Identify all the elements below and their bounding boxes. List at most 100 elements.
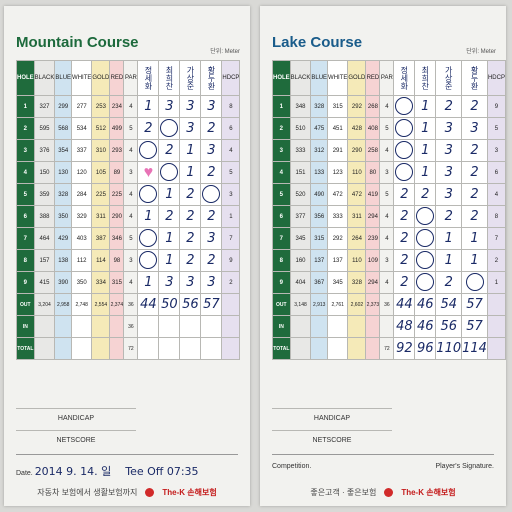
yardage-cell — [379, 315, 395, 338]
table-row: 7 345 315 292 264 239 4 2 1 1 7 — [272, 227, 506, 250]
player-score-cell: 2 — [393, 227, 416, 250]
player-score-cell: 44 — [393, 293, 416, 316]
player-score-cell — [137, 337, 160, 360]
yardage-cell: 2 — [486, 249, 506, 272]
yardage-cell: 510 — [289, 117, 312, 140]
player-score-cell: 3 — [435, 183, 463, 206]
par-circle-icon — [139, 184, 158, 203]
brand-footer: 자동차 보험에서 생활보험까지 The-K 손해보험 — [16, 487, 238, 498]
yardage-cell — [33, 337, 56, 360]
yardage-cell: 5 — [379, 117, 395, 140]
player-score-cell: 2 — [158, 205, 181, 228]
hole-label: 6 — [272, 205, 291, 228]
par-circle-icon — [416, 272, 435, 291]
yardage-cell: 2,913 — [310, 293, 329, 316]
column-header: 정세화 — [393, 60, 416, 96]
yardage-cell: 1 — [486, 271, 506, 294]
yardage-cell: 4 — [123, 271, 139, 294]
yardage-cell: 2 — [221, 271, 241, 294]
yardage-cell: 258 — [365, 139, 381, 162]
table-row: 5 520 490 472 472 419 5 2 2 3 2 4 — [272, 183, 506, 206]
player-score-cell — [414, 227, 437, 250]
player-score-cell — [179, 315, 202, 338]
column-header: HOLE — [272, 60, 291, 96]
score-table: HOLE BLACK BLUE WHITE GOLD RED PAR 정세화 최희찬 가상준 황두환… — [16, 60, 241, 360]
table-row: TOTAL 72 92 96 110 114 — [272, 337, 506, 360]
yardage-cell: 346 — [109, 227, 125, 250]
yardage-cell: 429 — [54, 227, 73, 250]
yardage-cell — [347, 337, 367, 360]
yardage-cell — [109, 315, 125, 338]
yardage-cell: 5 — [379, 183, 395, 206]
yardage-cell: 4 — [123, 95, 139, 118]
yardage-cell: 3 — [379, 249, 395, 272]
player-score-cell — [200, 183, 223, 206]
handicap-row: HANDICAP — [272, 408, 494, 429]
yardage-cell: 4 — [379, 271, 395, 294]
player-score-cell — [200, 337, 223, 360]
player-score-cell: 1 — [414, 95, 437, 118]
column-header: 황두환 — [200, 60, 223, 96]
player-score-cell: 114 — [461, 337, 488, 360]
yardage-cell: 292 — [327, 227, 349, 250]
yardage-cell: 80 — [365, 161, 381, 184]
par-circle-icon — [139, 228, 158, 247]
hole-label: 2 — [16, 117, 35, 140]
yardage-cell: 390 — [54, 271, 73, 294]
yardage-cell: 137 — [310, 249, 329, 272]
slogan: 자동차 보험에서 생활보험까지 — [37, 488, 138, 497]
yardage-cell: 7 — [221, 227, 241, 250]
player-score-cell — [393, 117, 416, 140]
yardage-cell: 4 — [379, 227, 395, 250]
yardage-cell: 472 — [347, 183, 367, 206]
yardage-cell — [486, 315, 506, 338]
table-row: TOTAL 72 — [16, 337, 241, 360]
header-row: HOLE BLACK BLUE WHITE GOLD RED PAR 정세화 최희찬 가상준 황두환… — [272, 60, 506, 96]
yardage-cell: 2,748 — [71, 293, 93, 316]
yardage-cell: 299 — [54, 95, 73, 118]
player-score-cell: 1 — [414, 161, 437, 184]
player-score-cell — [179, 337, 202, 360]
yardage-cell — [486, 337, 506, 360]
player-score-cell: 2 — [200, 249, 223, 272]
player-score-cell — [393, 139, 416, 162]
player-score-cell: 3 — [435, 117, 463, 140]
yardage-cell — [365, 337, 381, 360]
player-score-cell: 2 — [393, 183, 416, 206]
player-score-cell: 1 — [414, 117, 437, 140]
table-row: 9 415 390 350 334 315 4 1 3 3 3 2 — [16, 271, 241, 294]
player-score-cell: 1 — [179, 161, 202, 184]
yardage-cell: 120 — [71, 161, 93, 184]
player-score-cell: 1 — [435, 227, 463, 250]
player-score-cell: 3 — [200, 95, 223, 118]
player-score-cell: 2 — [461, 205, 488, 228]
hole-label: 4 — [16, 161, 35, 184]
table-row: 6 377 356 333 311 294 4 2 2 2 8 — [272, 205, 506, 228]
table-row: 5 359 328 284 225 225 4 1 2 3 — [16, 183, 241, 206]
player-score-cell: 2 — [393, 271, 416, 294]
yardage-cell: 404 — [289, 271, 312, 294]
par-circle-icon — [139, 250, 158, 269]
yardage-cell: 4 — [379, 205, 395, 228]
player-score-cell: 2 — [200, 205, 223, 228]
hole-label: 1 — [272, 95, 291, 118]
yardage-cell: 130 — [54, 161, 73, 184]
yardage-cell: 354 — [54, 139, 73, 162]
par-circle-icon — [160, 118, 179, 137]
column-header: GOLD — [91, 60, 111, 96]
yardage-cell: 388 — [33, 205, 56, 228]
yardage-cell: 4 — [123, 183, 139, 206]
yardage-cell — [486, 293, 506, 316]
player-score-cell: 2 — [137, 117, 160, 140]
yardage-cell — [33, 315, 56, 338]
player-score-cell — [414, 249, 437, 272]
scorecard-left-page: Mountain Course 단위: Meter HOLE BLACK BLUE W… — [4, 6, 250, 506]
yardage-cell: 3,204 — [33, 293, 56, 316]
yardage-cell: 333 — [327, 205, 349, 228]
player-score-cell: 3 — [435, 139, 463, 162]
yardage-cell: 350 — [54, 205, 73, 228]
player-score-cell — [137, 249, 160, 272]
column-header: WHITE — [327, 60, 349, 96]
yardage-cell — [109, 337, 125, 360]
yardage-cell: 294 — [365, 271, 381, 294]
